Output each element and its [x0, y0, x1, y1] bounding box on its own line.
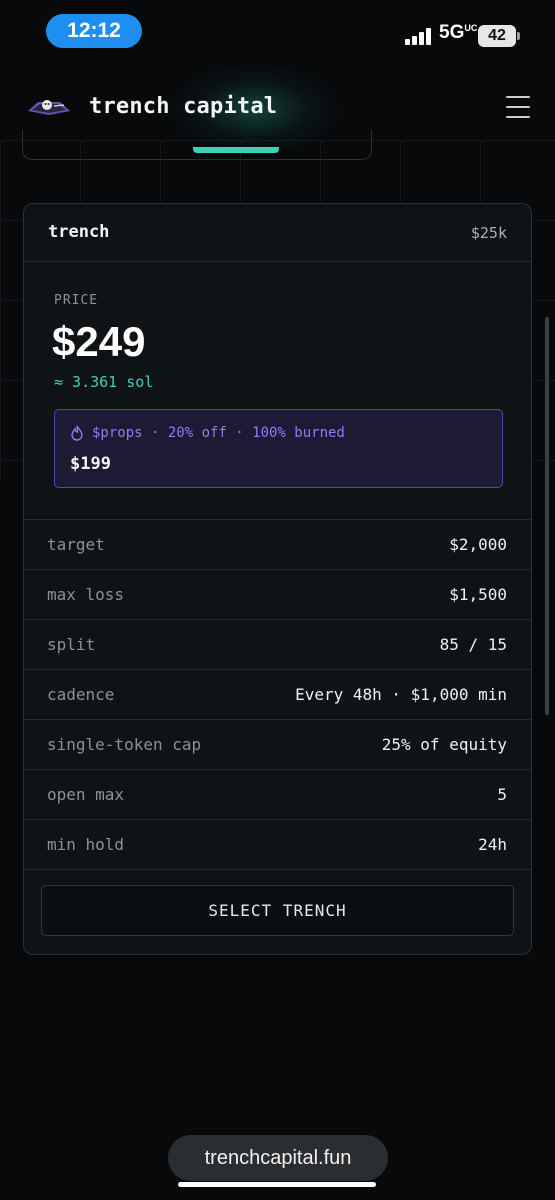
scrollbar[interactable]: [545, 317, 549, 715]
row-value: $1,500: [449, 585, 507, 604]
browser-url-bar[interactable]: trenchcapital.fun: [168, 1135, 388, 1181]
price-sol-equivalent: ≈ 3.361 sol: [54, 373, 154, 391]
status-time: 12:12: [46, 14, 142, 48]
promo-price: $199: [70, 454, 111, 474]
select-trench-button[interactable]: SELECT TRENCH: [41, 885, 514, 936]
rule-row-split: split 85 / 15: [24, 620, 531, 670]
row-label: single-token cap: [47, 735, 202, 754]
hamburger-menu-icon[interactable]: [506, 96, 530, 118]
flame-icon: [71, 425, 83, 441]
rule-row-open-max: open max 5: [24, 770, 531, 820]
brand-title[interactable]: trench capital: [89, 94, 277, 119]
row-label: open max: [47, 785, 125, 804]
previous-card-edge: [22, 130, 372, 160]
battery-icon: 42: [478, 25, 520, 47]
account-size: $25k: [470, 224, 507, 242]
rule-row-target: target $2,000: [24, 520, 531, 570]
price-section: PRICE $249 ≈ 3.361 sol $props · 20% off …: [24, 262, 531, 520]
trench-logo-icon[interactable]: [26, 94, 72, 118]
row-value: 25% of equity: [381, 735, 507, 754]
card-title: trench: [48, 222, 110, 242]
home-indicator[interactable]: [178, 1182, 376, 1187]
active-tab-indicator: [193, 147, 279, 153]
row-label: split: [47, 635, 96, 654]
row-label: cadence: [47, 685, 115, 704]
cellular-signal-icon: [405, 27, 435, 45]
price-caption: PRICE: [54, 293, 99, 308]
rule-row-max-loss: max loss $1,500: [24, 570, 531, 620]
row-label: min hold: [47, 835, 125, 854]
trench-card: trench $25k PRICE $249 ≈ 3.361 sol $prop…: [23, 203, 532, 955]
row-label: max loss: [47, 585, 125, 604]
price-value: $249: [52, 318, 146, 365]
status-bar: 12:12 5GUC 42: [0, 0, 555, 64]
row-value: 5: [497, 785, 507, 804]
card-header: trench $25k: [24, 204, 531, 262]
promo-text: $props · 20% off · 100% burned: [92, 425, 345, 441]
network-type: 5GUC: [439, 22, 478, 43]
row-value: Every 48h · $1,000 min: [295, 685, 507, 704]
rule-row-cadence: cadence Every 48h · $1,000 min: [24, 670, 531, 720]
row-value: 85 / 15: [439, 635, 507, 654]
props-discount-banner[interactable]: $props · 20% off · 100% burned $199: [54, 409, 503, 488]
rule-row-min-hold: min hold 24h: [24, 820, 531, 870]
row-value: $2,000: [449, 535, 507, 554]
row-label: target: [47, 535, 105, 554]
row-value: 24h: [478, 835, 507, 854]
rule-row-single-token-cap: single-token cap 25% of equity: [24, 720, 531, 770]
